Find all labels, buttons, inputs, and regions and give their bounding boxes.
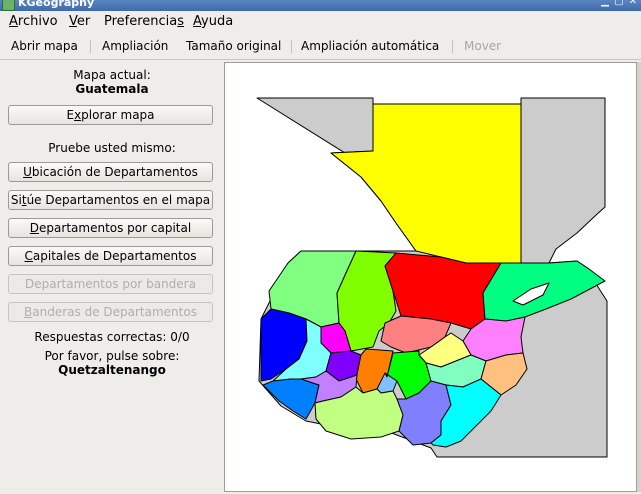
move-button[interactable]: Mover [464, 39, 501, 53]
menu-bar: Archivo Ver Preferencias Ayuda [0, 11, 641, 33]
place-divisions-button[interactable]: Sitúe Departamentos en el mapa [8, 190, 213, 210]
zoom-button[interactable]: Ampliación [102, 39, 168, 53]
toolbar-separator [90, 40, 91, 53]
map-view[interactable] [224, 62, 637, 492]
explore-map-button[interactable]: Explorar mapa [8, 105, 213, 125]
menu-ver[interactable]: Ver [69, 14, 90, 29]
current-map-name: Guatemala [75, 82, 149, 96]
side-panel: Mapa actual: Guatemala Explorar mapa Pru… [0, 60, 224, 494]
window-title: KGeography [18, 0, 95, 9]
window-edge [637, 62, 641, 492]
division-location-button[interactable]: Ubicación de Departamentos [8, 162, 213, 182]
toolbar: Abrir mapa Ampliación Tamaño original Am… [0, 33, 641, 60]
maximize-icon[interactable]: ▢ [614, 0, 624, 9]
title-bar: KGeography ▁ ▢ ✕ [0, 0, 641, 11]
open-map-button[interactable]: Abrir mapa [11, 39, 78, 53]
divisions-by-capital-button[interactable]: Departamentos por capital [8, 218, 213, 238]
divisions-by-flag-button[interactable]: Departamentos por bandera [8, 274, 213, 294]
auto-zoom-button[interactable]: Ampliación automática [301, 39, 439, 53]
flags-of-divisions-button[interactable]: Banderas de Departamentos [8, 302, 213, 322]
app-icon [2, 0, 15, 11]
minimize-icon[interactable]: ▁ [600, 0, 610, 9]
menu-archivo[interactable]: Archivo [9, 14, 58, 29]
menu-ayuda[interactable]: Ayuda [193, 14, 233, 29]
original-size-button[interactable]: Tamaño original [186, 39, 281, 53]
correct-answers-label: Respuestas correctas: 0/0 [34, 330, 190, 344]
current-map-label: Mapa actual: [73, 68, 151, 82]
guatemala-map[interactable] [225, 63, 636, 491]
prompt-label: Por favor, pulse sobre: [44, 349, 180, 363]
test-yourself-label: Pruebe usted mismo: [48, 141, 176, 155]
toolbar-separator [291, 40, 292, 53]
close-icon[interactable]: ✕ [628, 0, 638, 9]
capitals-of-divisions-button[interactable]: Capitales de Departamentos [8, 246, 213, 266]
menu-preferencias[interactable]: Preferencias [104, 14, 184, 29]
prompt-target: Quetzaltenango [58, 363, 166, 377]
toolbar-separator [452, 40, 453, 53]
